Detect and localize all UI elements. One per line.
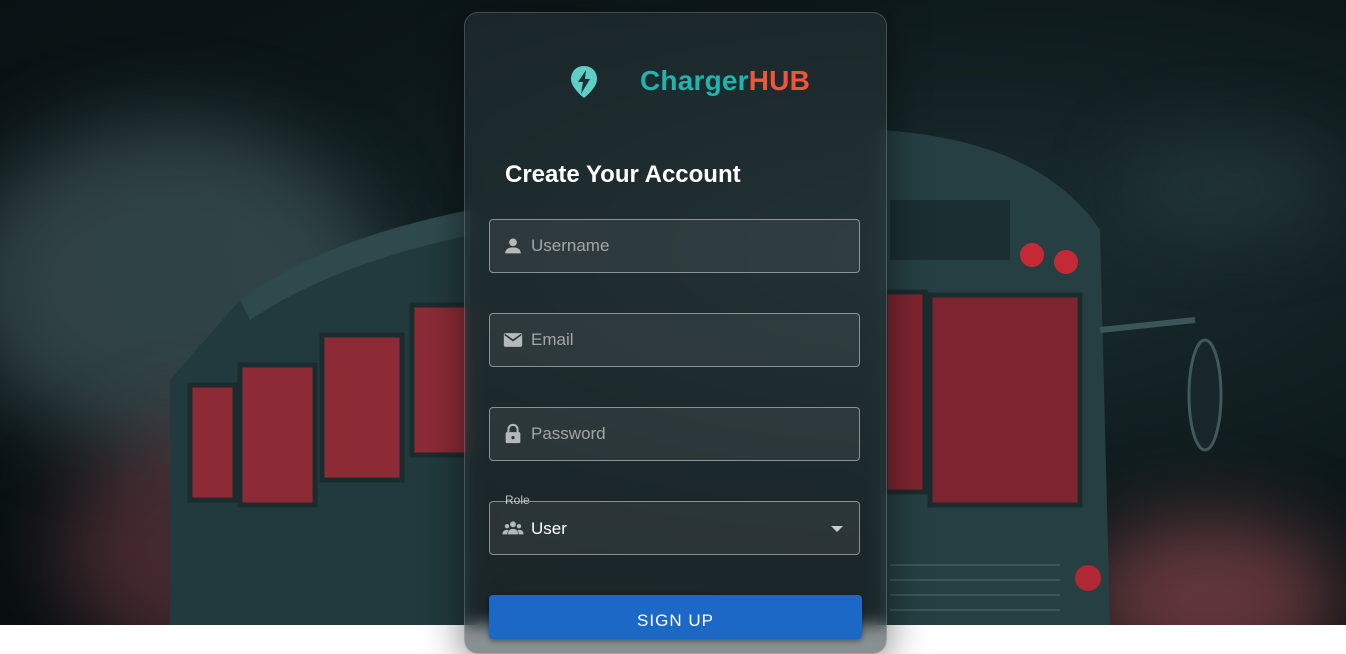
form-title: Create Your Account (505, 161, 741, 188)
brand-name: ChargerHUB (640, 65, 810, 97)
lock-icon (505, 423, 521, 444)
chevron-down-icon[interactable] (831, 526, 843, 532)
username-input[interactable] (531, 220, 851, 272)
email-field[interactable] (489, 313, 860, 367)
brand-part-hub: HUB (748, 65, 811, 96)
location-bolt-icon (571, 66, 597, 98)
role-value: User (531, 519, 567, 538)
brand-part-charger: Charger (640, 65, 749, 96)
role-select[interactable]: Role User (489, 493, 860, 555)
mail-icon (503, 333, 523, 347)
person-icon (505, 238, 521, 254)
group-icon (502, 521, 524, 535)
logo-row: ChargerHUB (465, 63, 886, 103)
sign-up-button[interactable]: SIGN UP (489, 595, 862, 639)
email-input[interactable] (531, 314, 851, 366)
password-field[interactable] (489, 407, 860, 461)
signup-card: ChargerHUB Create Your Account Role (464, 12, 887, 654)
role-label: Role (505, 493, 530, 507)
username-field[interactable] (489, 219, 860, 273)
password-input[interactable] (531, 408, 851, 460)
